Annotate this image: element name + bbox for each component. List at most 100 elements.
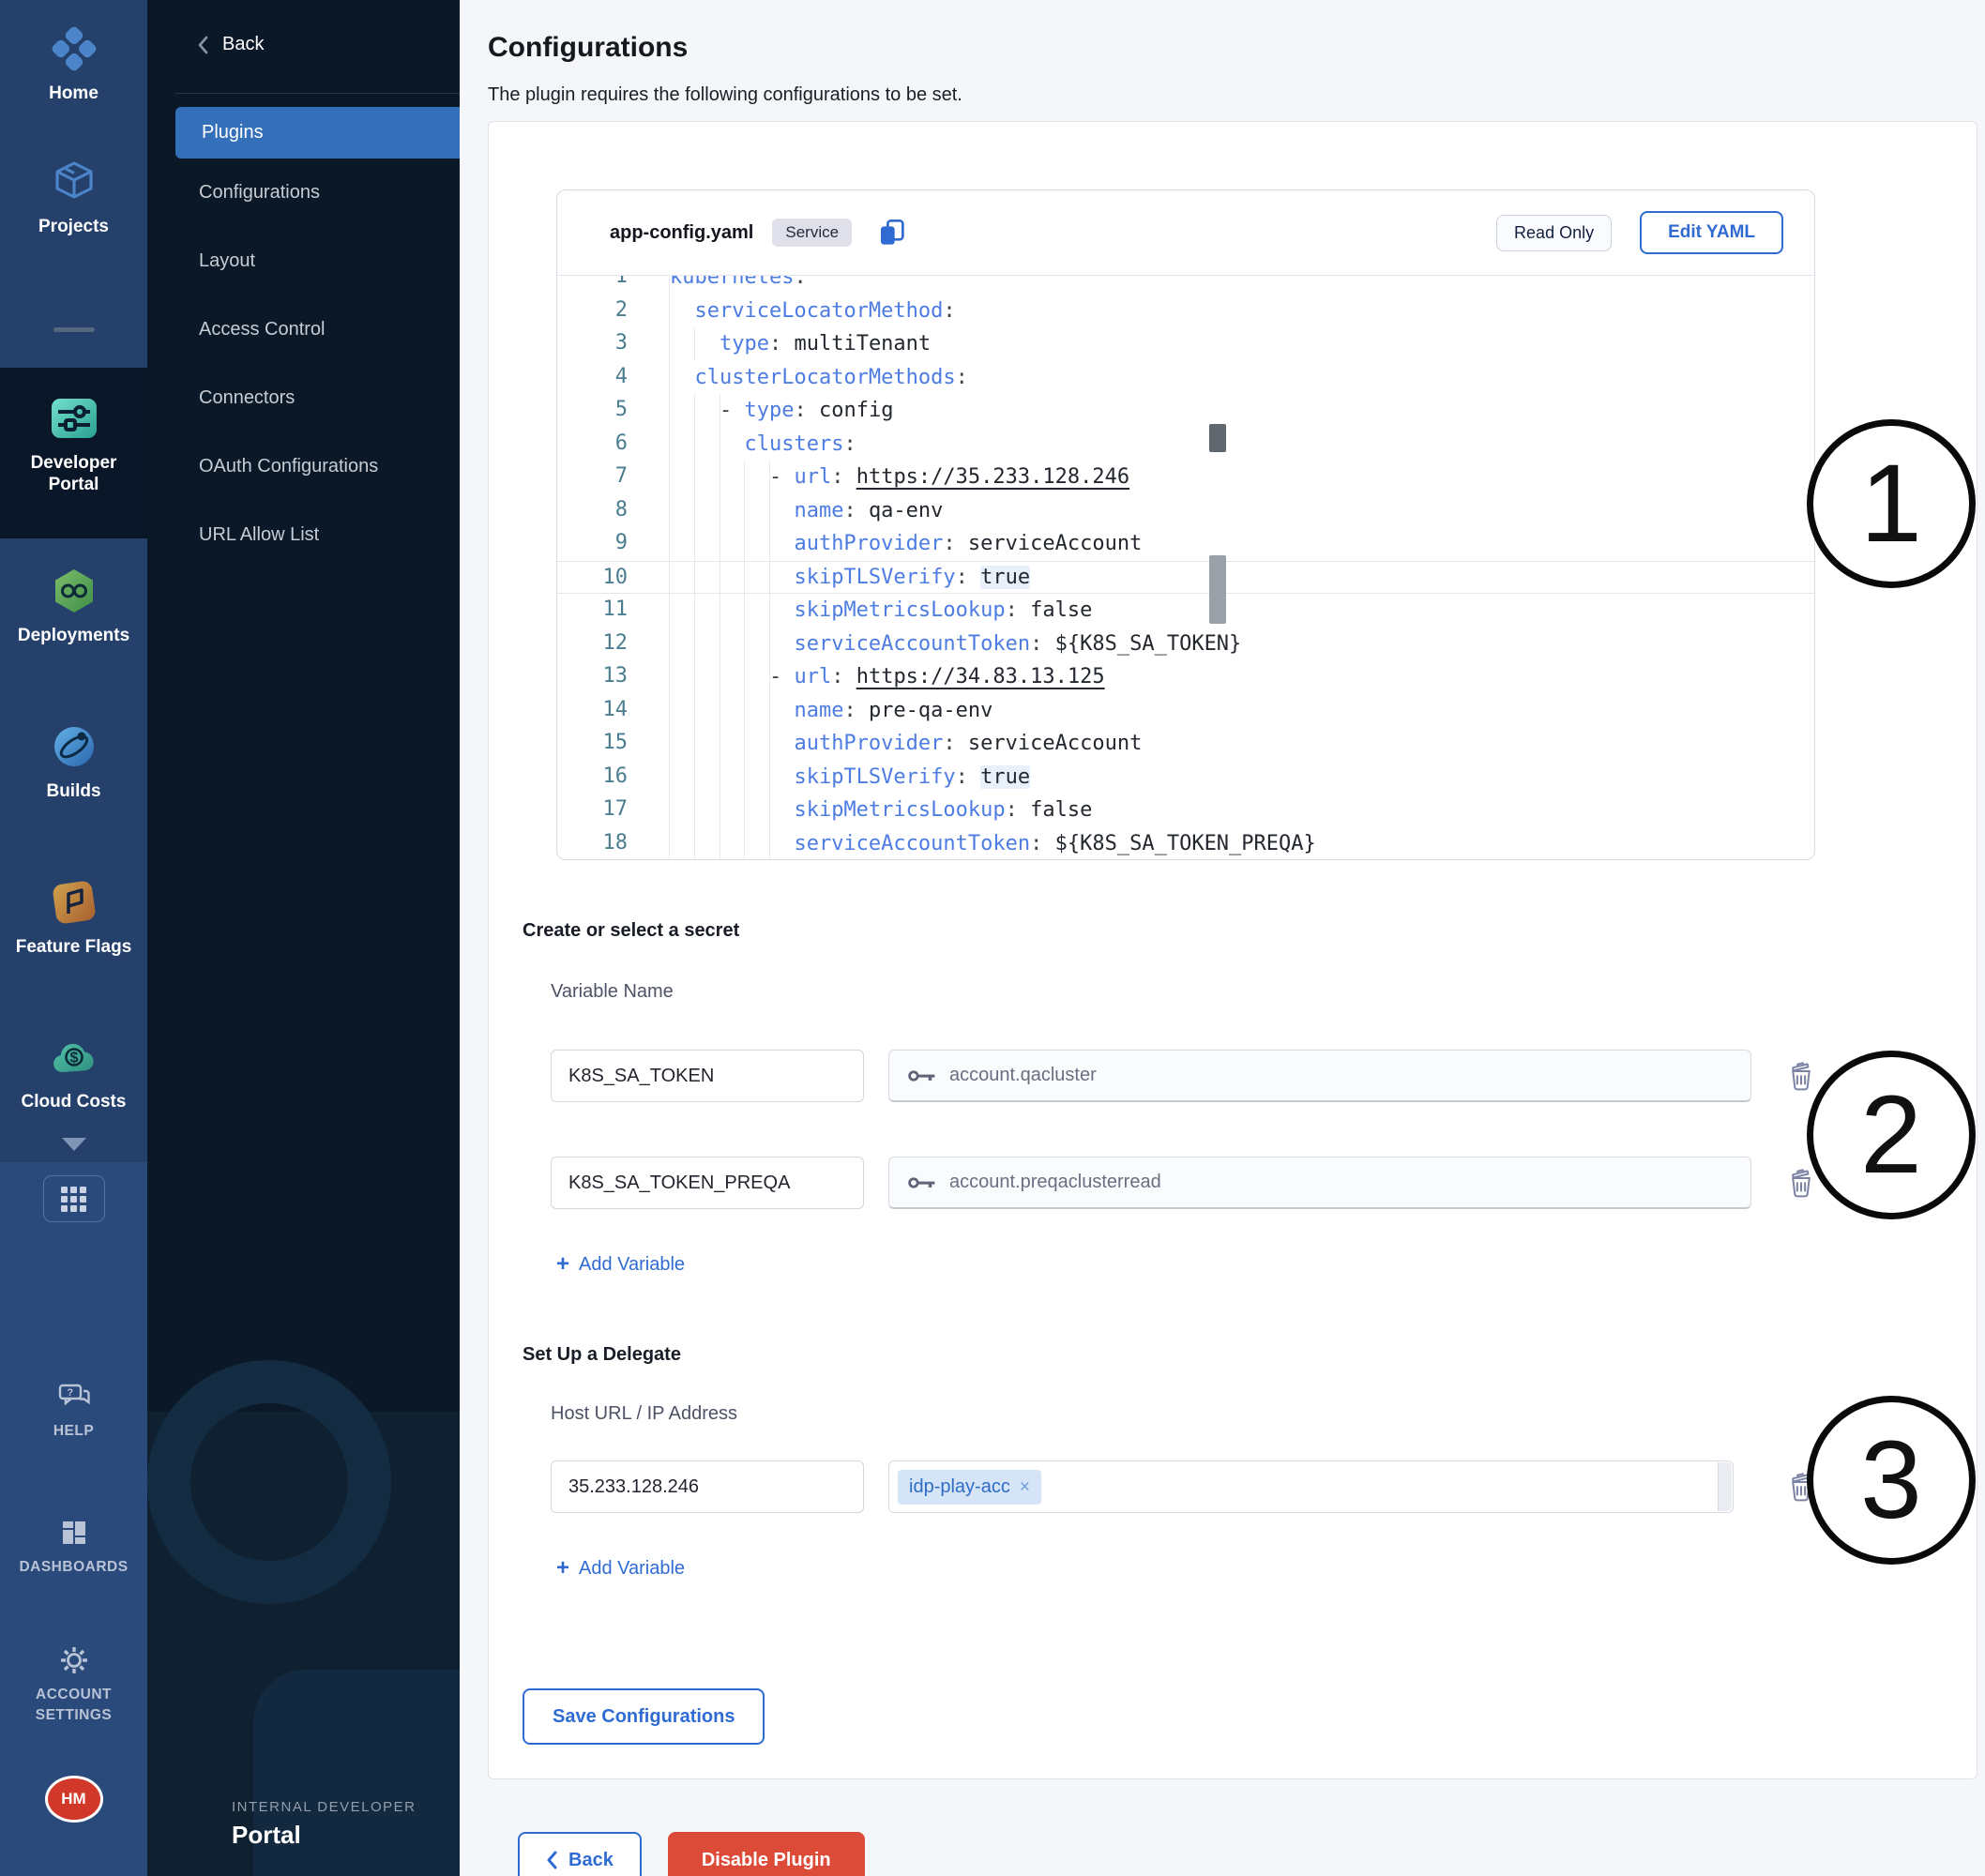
code-indent bbox=[670, 632, 794, 656]
host-url-input[interactable] bbox=[551, 1460, 864, 1513]
disable-plugin-button[interactable]: Disable Plugin bbox=[668, 1832, 865, 1876]
add-variable-button-secret[interactable]: + Add Variable bbox=[551, 1252, 690, 1277]
copy-icon bbox=[876, 218, 908, 248]
code-line[interactable]: 9 authProvider: serviceAccount bbox=[557, 527, 1814, 561]
code-line[interactable]: 15 authProvider: serviceAccount bbox=[557, 727, 1814, 761]
projects-cube-icon bbox=[50, 158, 98, 206]
nav-item-access-control[interactable]: Access Control bbox=[147, 295, 460, 364]
code-line[interactable]: 18 serviceAccountToken: ${K8S_SA_TOKEN_P… bbox=[557, 827, 1814, 860]
code-line[interactable]: 6 clusters: bbox=[557, 428, 1814, 461]
nav-item-layout[interactable]: Layout bbox=[147, 227, 460, 295]
yaml-filename: app-config.yaml bbox=[610, 222, 753, 244]
line-number: 16 bbox=[557, 761, 669, 794]
indent-guide bbox=[744, 794, 745, 827]
code-line[interactable]: 5 - type: config bbox=[557, 394, 1814, 428]
add-variable-button-delegate[interactable]: + Add Variable bbox=[551, 1556, 690, 1581]
code-token-k: authProvider bbox=[794, 532, 943, 555]
sidebar-item-developer-portal[interactable]: Developer Portal bbox=[0, 368, 147, 539]
code-token-k: clusterLocatorMethods bbox=[695, 366, 956, 389]
sidebar-item-dashboards[interactable]: DASHBOARDS bbox=[19, 1516, 128, 1578]
variable-name-input[interactable] bbox=[551, 1050, 864, 1102]
code-line[interactable]: 8 name: qa-env bbox=[557, 494, 1814, 528]
code-token-v: config bbox=[819, 399, 893, 422]
code-token-v: multiTenant bbox=[794, 332, 931, 356]
code-line[interactable]: 7 - url: https://35.233.128.246 bbox=[557, 461, 1814, 494]
code-token-k: serviceAccountToken bbox=[794, 632, 1030, 656]
code-token-h: true bbox=[980, 765, 1030, 789]
code-line-content: authProvider: serviceAccount bbox=[669, 727, 1814, 761]
code-line[interactable]: 3 type: multiTenant bbox=[557, 327, 1814, 361]
secret-select[interactable]: account.qacluster bbox=[888, 1050, 1751, 1102]
save-configurations-button[interactable]: Save Configurations bbox=[523, 1688, 765, 1745]
indent-guide bbox=[744, 594, 745, 628]
host-url-label: Host URL / IP Address bbox=[551, 1403, 1815, 1425]
code-line[interactable]: 14 name: pre-qa-env bbox=[557, 694, 1814, 728]
code-line[interactable]: 10 skipTLSVerify: true bbox=[557, 561, 1814, 595]
sidebar-item-projects[interactable]: Projects bbox=[0, 158, 147, 238]
brand-line-1: INTERNAL DEVELOPER bbox=[232, 1799, 417, 1815]
sidebar-item-deployments[interactable]: Deployments bbox=[0, 567, 147, 647]
code-token-p: : bbox=[956, 566, 981, 589]
delegate-section-heading: Set Up a Delegate bbox=[523, 1344, 1815, 1366]
annotation-circle-3: 3 bbox=[1807, 1396, 1976, 1565]
remove-tag-icon[interactable]: × bbox=[1020, 1478, 1030, 1496]
delete-row-button[interactable] bbox=[1787, 1167, 1815, 1199]
indent-guide bbox=[694, 327, 695, 361]
copy-button[interactable] bbox=[876, 218, 908, 248]
code-line[interactable]: 2 serviceLocatorMethod: bbox=[557, 295, 1814, 328]
line-number: 2 bbox=[557, 295, 669, 328]
sidebar-item-label: Deployments bbox=[18, 625, 129, 647]
line-number: 9 bbox=[557, 527, 669, 561]
code-line[interactable]: 16 skipTLSVerify: true bbox=[557, 761, 1814, 794]
sidebar-item-feature-flags[interactable]: Feature Flags bbox=[0, 878, 147, 959]
nav-item-configurations[interactable]: Configurations bbox=[147, 159, 460, 227]
secret-select[interactable]: account.preqaclusterread bbox=[888, 1157, 1751, 1209]
code-line[interactable]: 11 skipMetricsLookup: false bbox=[557, 594, 1814, 628]
footer-actions: Back Disable Plugin bbox=[518, 1832, 1977, 1876]
code-indent bbox=[670, 299, 695, 323]
code-token-p: : bbox=[943, 532, 968, 555]
sidebar-item-account-settings[interactable]: ACCOUNT SETTINGS bbox=[19, 1643, 128, 1727]
code-token-p: : bbox=[943, 732, 968, 755]
variable-name-input[interactable] bbox=[551, 1157, 864, 1209]
grid-icon bbox=[61, 1187, 86, 1212]
module-grid-button[interactable] bbox=[43, 1175, 105, 1222]
code-token-p: : bbox=[843, 432, 856, 456]
line-number: 17 bbox=[557, 794, 669, 827]
code-indent bbox=[670, 798, 794, 822]
delete-row-button[interactable] bbox=[1787, 1060, 1815, 1092]
nav-item-url-allow-list[interactable]: URL Allow List bbox=[147, 501, 460, 569]
indent-guide bbox=[744, 562, 745, 594]
scrollbar-thumb[interactable] bbox=[1209, 555, 1226, 624]
portal-brand: INTERNAL DEVELOPER Portal bbox=[232, 1799, 417, 1850]
code-token-k: authProvider bbox=[794, 732, 943, 755]
delegate-tags-select[interactable]: idp-play-acc× bbox=[888, 1460, 1734, 1513]
add-variable-label: Add Variable bbox=[579, 1254, 685, 1276]
code-token-k: skipTLSVerify bbox=[794, 566, 955, 589]
nav-item-oauth-configurations[interactable]: OAuth Configurations bbox=[147, 432, 460, 501]
indent-guide bbox=[694, 594, 695, 628]
delegate-row: idp-play-acc× bbox=[551, 1460, 1815, 1513]
code-line[interactable]: 12 serviceAccountToken: ${K8S_SA_TOKEN} bbox=[557, 628, 1814, 661]
scrollbar-mark-top[interactable] bbox=[1209, 424, 1226, 452]
indent-guide bbox=[744, 694, 745, 728]
chevron-down-icon[interactable] bbox=[62, 1138, 86, 1151]
nav-back-button[interactable]: Back bbox=[147, 0, 460, 55]
code-line[interactable]: 13 - url: https://34.83.13.125 bbox=[557, 660, 1814, 694]
code-line[interactable]: 17 skipMetricsLookup: false bbox=[557, 794, 1814, 827]
avatar[interactable]: HM bbox=[48, 1778, 100, 1820]
developer-portal-icon bbox=[50, 394, 98, 443]
sidebar-item-cloud-costs[interactable]: $Cloud Costs bbox=[0, 1033, 147, 1113]
nav-item-connectors[interactable]: Connectors bbox=[147, 364, 460, 432]
indent-guide bbox=[769, 761, 770, 794]
nav-item-plugins[interactable]: Plugins bbox=[175, 107, 460, 159]
edit-yaml-button[interactable]: Edit YAML bbox=[1640, 211, 1783, 254]
sidebar-decor-donut bbox=[147, 1360, 391, 1604]
sidebar-item-builds[interactable]: Builds bbox=[0, 722, 147, 803]
code-token-p: : bbox=[1030, 632, 1055, 656]
sidebar-item-help[interactable]: ?HELP bbox=[19, 1380, 128, 1442]
code-line[interactable]: 1kubernetes: bbox=[557, 276, 1814, 295]
sidebar-item-home[interactable]: Home bbox=[0, 24, 147, 105]
back-button[interactable]: Back bbox=[518, 1832, 642, 1876]
code-line[interactable]: 4 clusterLocatorMethods: bbox=[557, 361, 1814, 395]
